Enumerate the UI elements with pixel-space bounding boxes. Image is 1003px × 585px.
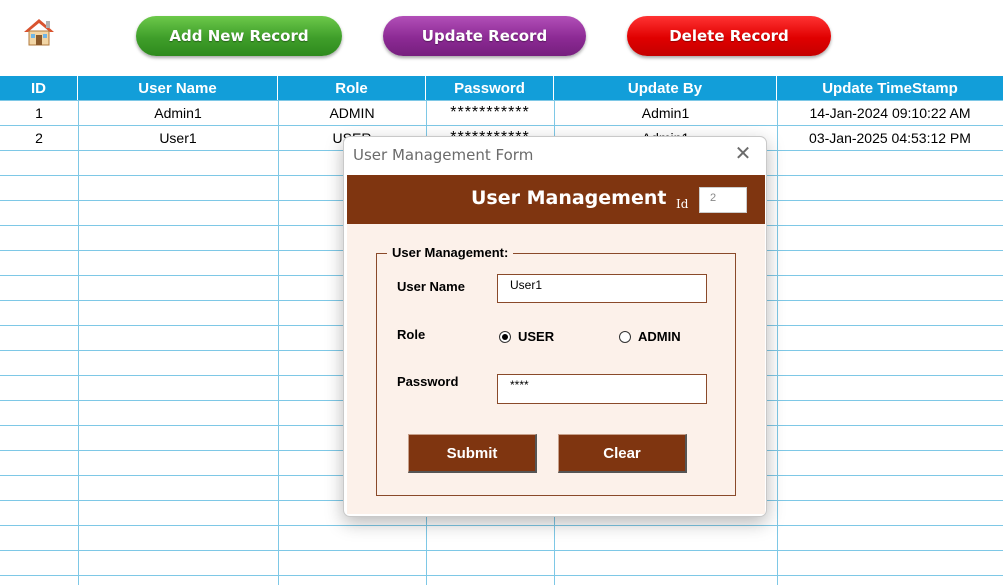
id-field[interactable]: 2 [699, 187, 747, 213]
role-radio-admin[interactable]: ADMIN [619, 329, 681, 344]
grid-column-line [78, 100, 79, 585]
radio-selected-icon [499, 330, 511, 343]
dialog-window-title: User Management Form [353, 146, 534, 164]
cell-update-timestamp[interactable]: 03-Jan-2025 04:53:12 PM [777, 125, 1003, 150]
col-header-role[interactable]: Role [278, 76, 426, 100]
col-header-password[interactable]: Password [426, 76, 554, 100]
role-option-user-label: USER [518, 329, 555, 344]
grid-row-line [0, 550, 1003, 551]
radio-unselected-icon [619, 330, 631, 343]
user-name-field[interactable]: User1 [497, 274, 707, 303]
close-icon[interactable]: ✕ [732, 143, 754, 165]
cell-update-timestamp[interactable]: 14-Jan-2024 09:10:22 AM [777, 100, 1003, 125]
grid-column-line [278, 100, 279, 585]
col-header-id[interactable]: ID [0, 76, 78, 100]
col-header-update-timestamp[interactable]: Update TimeStamp [777, 76, 1003, 100]
role-radio-user[interactable]: USER [499, 329, 554, 344]
worksheet: Add New Record Update Record Delete Reco… [0, 0, 1003, 585]
cell-user-name[interactable]: User1 [78, 125, 278, 150]
update-record-button[interactable]: Update Record [383, 16, 586, 56]
role-label: Role [397, 327, 426, 342]
submit-button[interactable]: Submit [408, 434, 537, 473]
col-header-update-by[interactable]: Update By [554, 76, 777, 100]
col-header-user-name[interactable]: User Name [78, 76, 278, 100]
grid-row-line [0, 575, 1003, 576]
house-icon[interactable] [22, 16, 56, 48]
password-field[interactable]: **** [497, 374, 707, 404]
user-name-label: User Name [397, 279, 465, 294]
role-option-admin-label: ADMIN [638, 329, 681, 344]
clear-button[interactable]: Clear [558, 434, 687, 473]
id-label: Id [676, 197, 689, 211]
dialog-header-title: User Management [471, 187, 667, 209]
cell-id[interactable]: 2 [0, 125, 78, 150]
dialog-header-band: User Management Id 2 [347, 175, 765, 224]
cell-id[interactable]: 1 [0, 100, 78, 125]
user-management-dialog: User Management Form ✕ User Management I… [343, 136, 767, 517]
cell-update-by[interactable]: Admin1 [554, 100, 777, 125]
grid-column-line [777, 100, 778, 585]
cell-user-name[interactable]: Admin1 [78, 100, 278, 125]
password-label: Password [397, 374, 459, 389]
grid-row-line [0, 525, 1003, 526]
form-area: User Management: User Name User1 Role US… [347, 224, 765, 514]
table-header-row: ID User Name Role Password Update By Upd… [0, 76, 1003, 100]
cell-password[interactable]: *********** [426, 100, 554, 125]
user-management-group: User Management: User Name User1 Role US… [376, 245, 736, 496]
add-new-record-button[interactable]: Add New Record [136, 16, 342, 56]
delete-record-button[interactable]: Delete Record [627, 16, 831, 56]
cell-role[interactable]: ADMIN [278, 100, 426, 125]
group-legend: User Management: [387, 245, 514, 260]
